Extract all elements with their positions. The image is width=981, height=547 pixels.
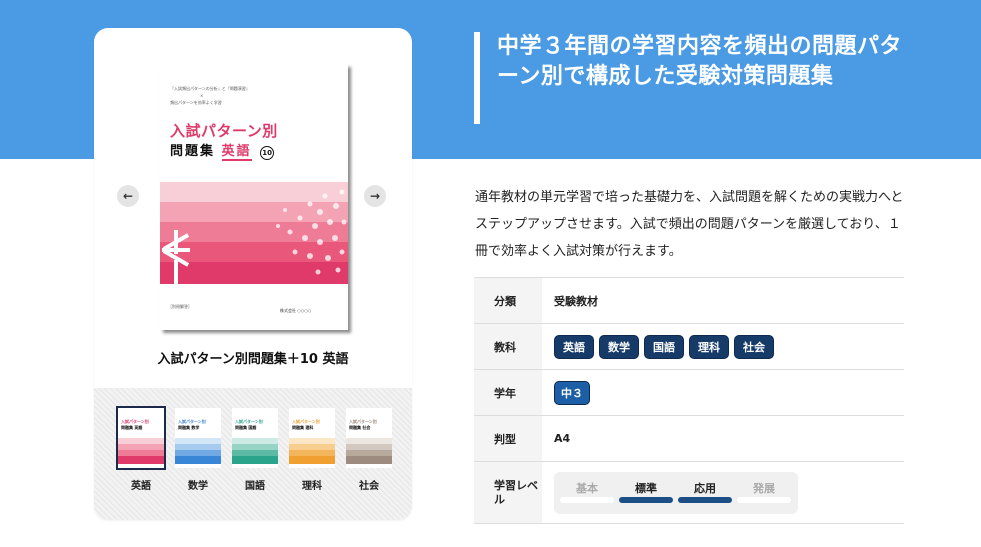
subject-tag[interactable]: 理科 [689,334,729,359]
thumbnail-image: 入試パターン別 問題集 数学 [175,408,221,468]
subject-tag[interactable]: 英語 [554,334,594,359]
thumbnail-label: 数学 [188,481,208,492]
thumbnail-label: 英語 [131,481,151,492]
info-label: 判型 [474,416,542,461]
subject-tag[interactable]: 社会 [734,334,774,359]
thumbnail-math[interactable]: 入試パターン別 問題集 数学 数学 [173,406,223,496]
thumbnail-science[interactable]: 入試パターン別 問題集 理科 理科 [287,406,337,496]
subject-tag[interactable]: 数学 [599,334,639,359]
info-label: 教科 [474,324,542,369]
book-title: 入試パターン別問題集＋10 英語 [157,352,349,367]
thumbnail-label: 国語 [245,481,265,492]
info-value: 受験教材 [554,294,598,308]
product-description: 通年教材の単元学習で培った基礎力を、入試問題を解くための実戦力へとステップアップ… [475,190,904,259]
grade-tag[interactable]: 中３ [554,380,590,405]
cover-badge: 10 [260,146,275,160]
cover-series-title: 入試パターン別 [170,122,278,140]
book-cover-image: 『入試頻出パターンの分析』と『問題演習』 × 頻出パターンを効率よく学習 入試パ… [160,64,348,330]
thumbnail-social[interactable]: 入試パターン別 問題集 社会 社会 [344,406,394,496]
thumbnail-japanese[interactable]: 入試パターン別 問題集 国語 国語 [230,406,280,496]
chevron-left-icon[interactable]: ← [117,185,139,207]
cover-series-subtitle: 問題集 英語 10 [170,140,275,161]
info-label: 学習レベル [474,462,542,523]
info-row-subject: 教科 英語 数学 国語 理科 社会 [474,324,904,370]
cover-pattern-graphic [162,189,347,284]
level-applied: 応用 [678,480,732,503]
subject-tags: 英語 数学 国語 理科 社会 [542,324,904,369]
info-label: 分類 [474,278,542,323]
level-basic: 基本 [560,480,614,503]
thumbnail-strip: 入試パターン別 問題集 英語 英語 入試パターン別 問題集 数学 数学 入試パタ… [94,388,412,520]
thumbnail-image: 入試パターン別 問題集 社会 [346,408,392,468]
info-label: 学年 [474,370,542,415]
cover-subject: 英語 [221,144,252,161]
thumbnail-image: 入試パターン別 問題集 理科 [289,408,335,468]
thumbnail-label: 理科 [302,481,322,492]
thumbnail-label: 社会 [359,481,379,492]
headline-accent-bar [474,32,480,124]
page-headline: 中学３年間の学習内容を頻出の問題パターン別で構成した受験対策問題集 [497,34,903,89]
product-info-table: 分類 受験教材 教科 英語 数学 国語 理科 社会 学年 中３ 判型 A4 学習… [474,277,904,524]
level-standard: 標準 [619,480,673,503]
thumbnail-image: 入試パターン別 問題集 英語 [116,406,166,470]
subject-tag[interactable]: 国語 [644,334,684,359]
level-indicator: 基本 標準 応用 発展 [554,471,798,514]
info-row-size: 判型 A4 [474,416,904,462]
level-advanced: 発展 [737,480,791,503]
info-row-category: 分類 受験教材 [474,278,904,324]
info-value: A4 [554,432,571,445]
info-row-grade: 学年 中３ [474,370,904,416]
thumbnail-english[interactable]: 入試パターン別 問題集 英語 英語 [116,406,166,496]
chevron-right-icon[interactable]: → [364,185,386,207]
product-card: 『入試頻出パターンの分析』と『問題演習』 × 頻出パターンを効率よく学習 入試パ… [94,28,412,520]
info-row-level: 学習レベル 基本 標準 応用 発展 [474,462,904,524]
thumbnail-image: 入試パターン別 問題集 国語 [232,408,278,468]
